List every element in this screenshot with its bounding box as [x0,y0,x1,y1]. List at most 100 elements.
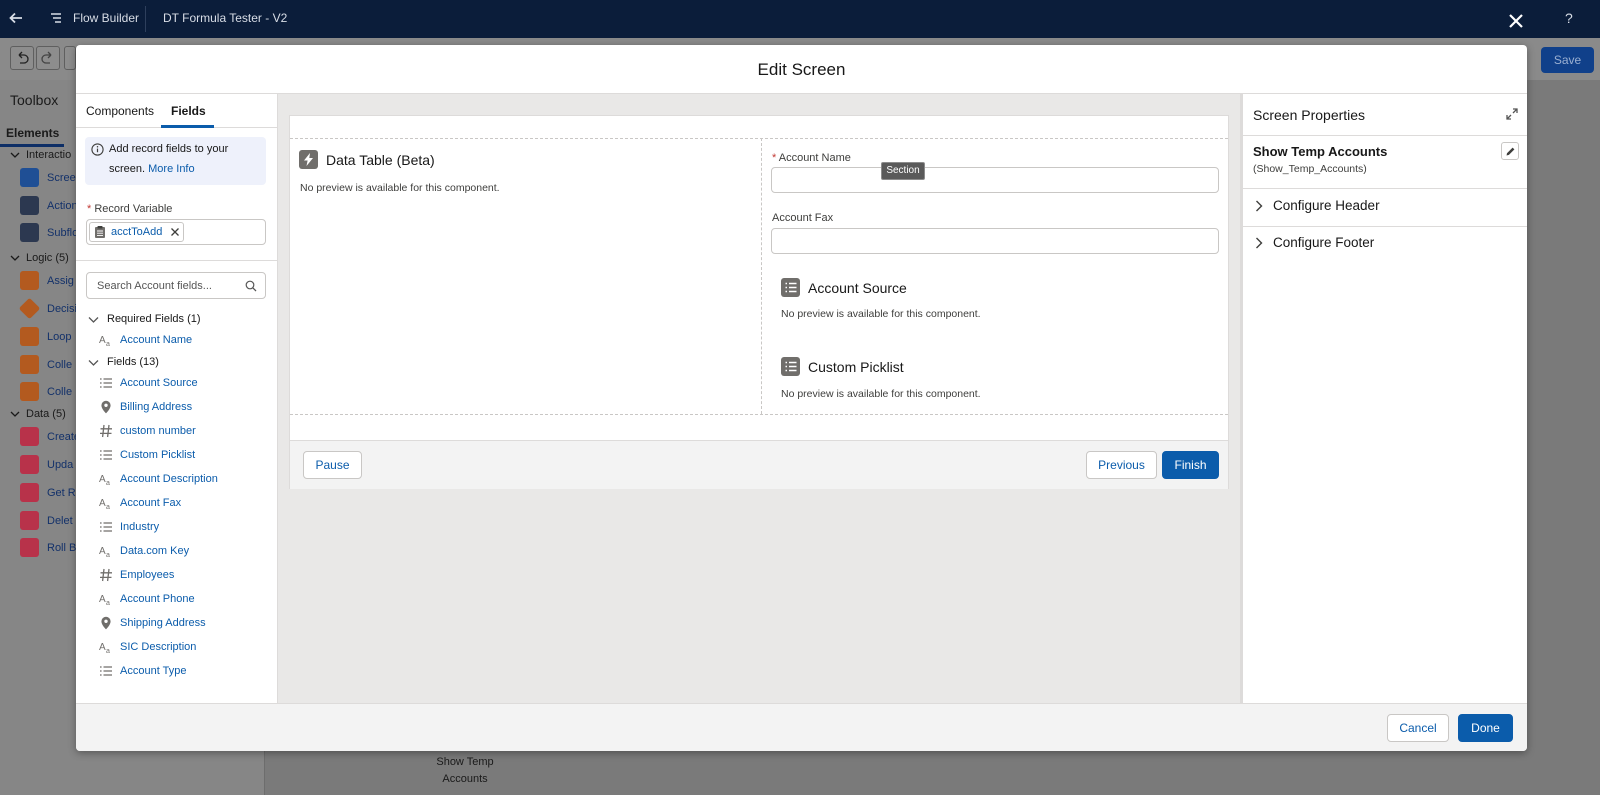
custom-picklist-component[interactable]: Custom Picklist [781,357,904,376]
flow-builder-icon [48,10,64,26]
account-fax-label: Account Fax [772,212,834,224]
field-item[interactable]: Aa SIC Description [99,640,196,654]
toolbox-item-loop[interactable]: Loop [20,327,71,346]
data-table-component[interactable]: Data Table (Beta) [299,150,435,169]
app-name: Flow Builder [73,11,140,25]
item-label: Colle [47,385,73,398]
create-records-icon [20,427,39,446]
toolbox-item-action[interactable]: Action [20,196,78,215]
toolbox-item-rollback[interactable]: Roll B [20,538,76,557]
toolbox-group-data[interactable]: Data (5) [10,408,66,420]
remove-icon[interactable] [170,227,180,237]
screen-preview: Data Table (Beta) No preview is availabl… [289,115,1229,489]
picklist-icon [781,357,800,376]
svg-text:A: A [99,474,106,485]
finish-button[interactable]: Finish [1162,451,1219,479]
field-item[interactable]: Account Type [99,664,186,678]
field-search[interactable] [86,272,266,299]
chevron-down-icon [10,255,20,261]
toolbox-item-get[interactable]: Get R [20,483,76,502]
undo-button[interactable] [10,46,34,70]
field-item[interactable]: Custom Picklist [99,448,195,462]
picklist-icon [99,376,113,390]
configure-header-section[interactable]: Configure Header [1255,198,1380,213]
header-divider [145,6,146,32]
close-icon[interactable] [1509,14,1523,28]
account-source-component[interactable]: Account Source [781,278,907,297]
toolbox-item-subflow[interactable]: Subflo [20,223,78,242]
toolbox-group-logic[interactable]: Logic (5) [10,252,69,264]
toolbox-item-collection-filter[interactable]: Colle [20,382,72,401]
toolbox-item-assignment[interactable]: Assig [20,271,74,290]
info-box: Add record fields to your screen. More I… [85,137,266,185]
toolbox-item-decision[interactable]: Decisi [18,297,77,320]
required-fields-group[interactable]: Required Fields (1) [88,313,201,325]
divider [76,260,277,261]
field-label: Account Fax [120,497,182,509]
field-item[interactable]: Shipping Address [99,616,206,630]
toolbox-item-delete[interactable]: Delet [20,511,73,530]
toolbox-item-update[interactable]: Upda [20,455,73,474]
info-icon [91,143,104,156]
expand-icon[interactable] [1506,108,1518,120]
tab-elements[interactable]: Elements [6,126,59,140]
field-item[interactable]: Aa Account Fax [99,496,181,510]
item-label: Delet [47,514,73,527]
field-item[interactable]: Account Source [99,376,198,390]
back-arrow-icon[interactable] [8,10,24,26]
field-item[interactable]: Billing Address [99,400,192,414]
field-item[interactable]: custom number [99,424,196,438]
more-info-link[interactable]: More Info [148,163,194,175]
location-pin-icon [99,616,113,630]
record-variable-pill[interactable]: acctToAdd [89,222,184,242]
help-button[interactable]: ? [1565,10,1573,26]
configure-footer-section[interactable]: Configure Footer [1255,235,1374,250]
cancel-button[interactable]: Cancel [1387,714,1449,742]
toolbox-item-collection-sort[interactable]: Colle [20,355,72,374]
toolbox-item-create[interactable]: Create [20,427,80,446]
canvas-node-label[interactable]: Show Temp Accounts [425,754,505,788]
fields-group[interactable]: Fields (13) [88,356,159,368]
field-item[interactable]: Aa Account Description [99,472,218,486]
svg-text:a: a [106,504,110,510]
record-variable-field[interactable]: acctToAdd [86,219,266,245]
account-name-input[interactable] [771,167,1219,193]
account-fax-input[interactable] [771,228,1219,254]
panel-tabs: Components Fields [76,94,277,128]
field-label: Account Description [120,473,218,485]
section-label: Configure Header [1273,198,1380,213]
field-label: Data.com Key [120,545,190,557]
pause-button[interactable]: Pause [303,451,362,479]
section-label: Configure Footer [1273,235,1375,250]
redo-button[interactable] [36,46,60,70]
toolbox-group-interaction[interactable]: Interactio [10,149,71,161]
item-label: Decisi [47,302,77,315]
group-label: Required Fields (1) [107,313,201,325]
filter-icon [20,382,39,401]
field-item[interactable]: Aa Account Name [99,333,192,347]
toolbar-button[interactable] [64,46,76,70]
text-icon: Aa [99,544,113,558]
save-button[interactable]: Save [1541,47,1594,73]
search-input[interactable] [87,273,265,298]
toolbox-item-screen[interactable]: Scree [20,168,76,187]
svg-text:a: a [106,552,110,558]
previous-button[interactable]: Previous [1086,451,1157,479]
group-label: Fields (13) [107,356,159,368]
chevron-down-icon [88,359,99,366]
picklist-icon [781,278,800,297]
field-item[interactable]: Aa Account Phone [99,592,195,606]
tab-components[interactable]: Components [86,104,154,118]
field-label: SIC Description [120,641,197,653]
field-item[interactable]: Aa Data.com Key [99,544,189,558]
done-button[interactable]: Done [1458,714,1513,742]
field-item[interactable]: Employees [99,568,174,582]
item-label: Assig [47,274,74,287]
delete-records-icon [20,511,39,530]
flow-name: DT Formula Tester - V2 [163,11,288,25]
edit-screen-modal: Edit Screen Components Fields Add record… [76,45,1527,751]
field-item[interactable]: Industry [99,520,159,534]
group-label: Logic (5) [26,252,69,264]
edit-pencil-icon[interactable] [1501,142,1519,160]
tab-fields[interactable]: Fields [171,104,206,118]
